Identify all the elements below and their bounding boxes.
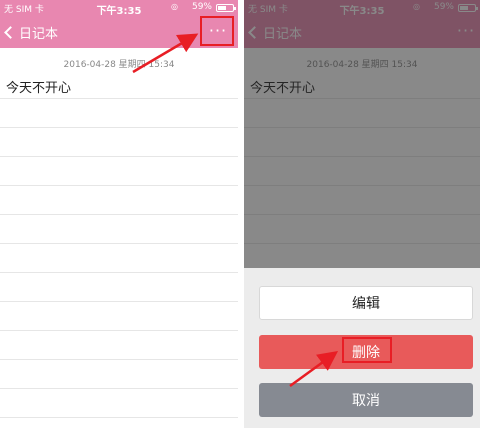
arrow-to-delete-button — [289, 351, 339, 388]
arrow-to-more-button — [132, 33, 199, 74]
annotation-arrows — [132, 33, 339, 388]
